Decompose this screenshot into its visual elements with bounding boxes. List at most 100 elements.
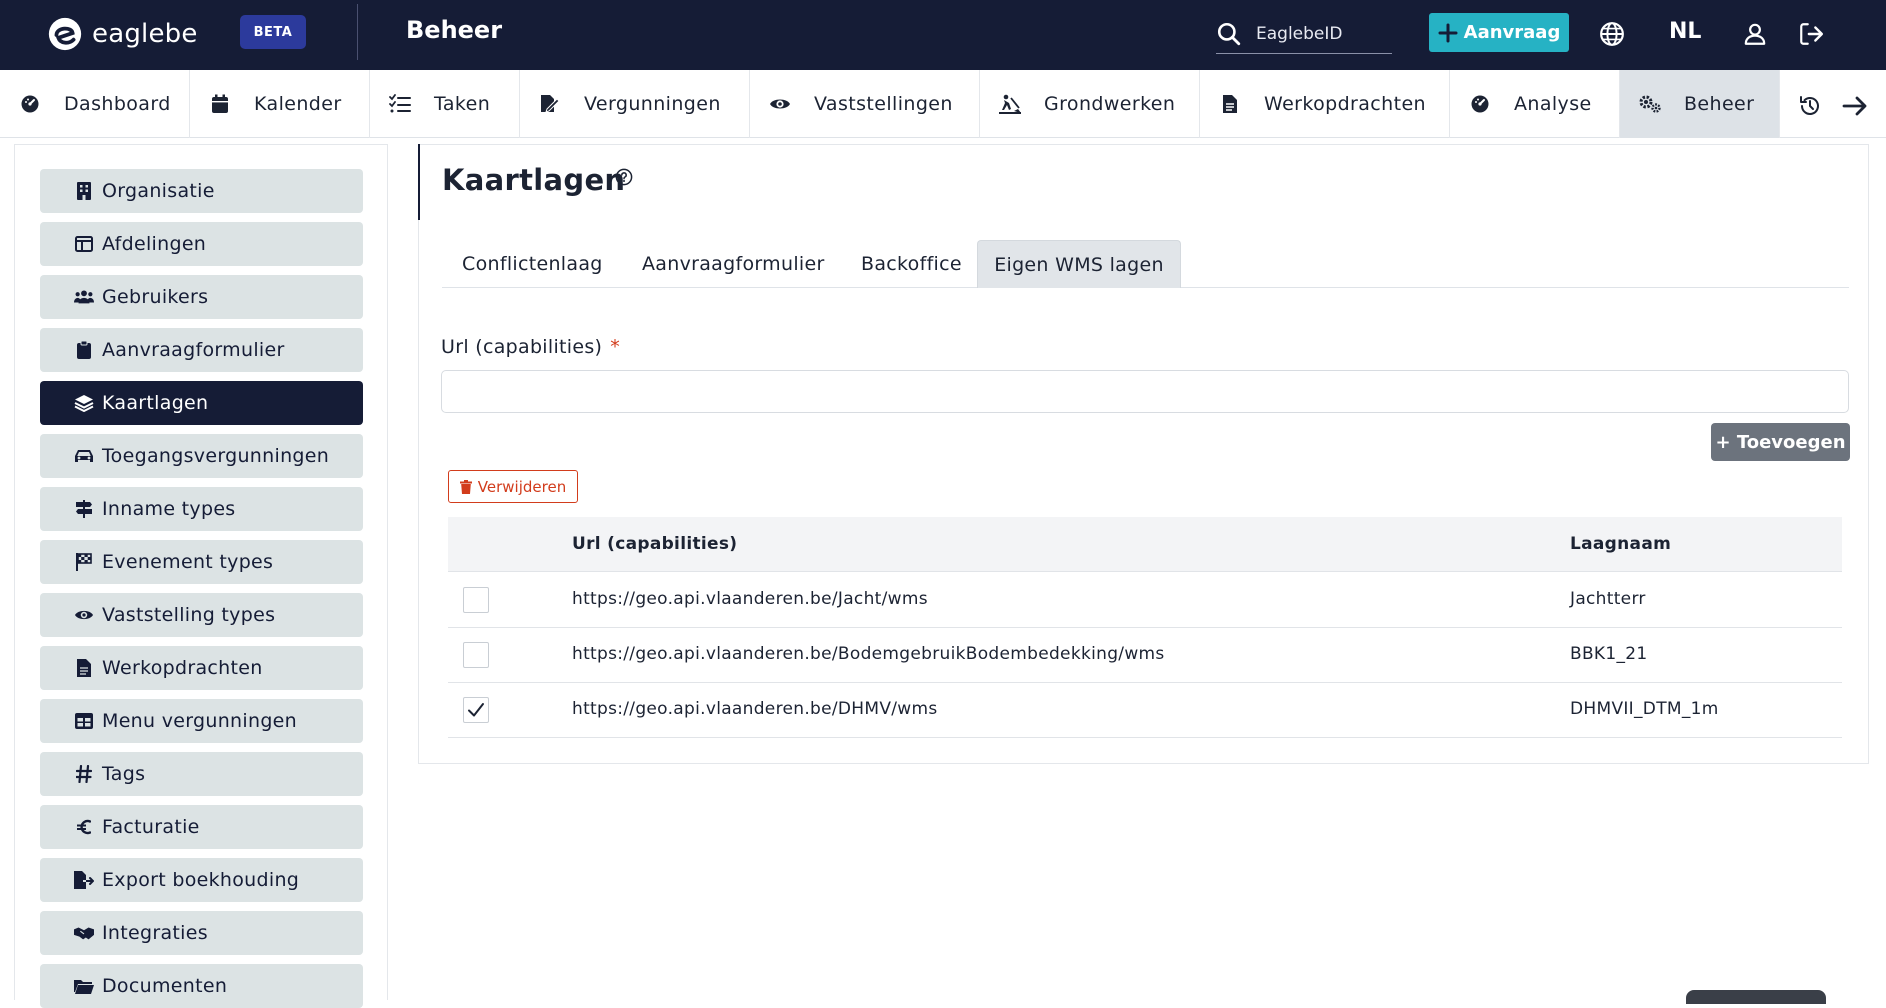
nav-item-analyse[interactable]: Analyse — [1450, 70, 1620, 138]
sidebar-label: Toegangsvergunningen — [102, 445, 330, 467]
nav-item-vergunningen[interactable]: Vergunningen — [520, 70, 750, 138]
required-mark: * — [610, 336, 621, 358]
page-title: Kaartlagen — [442, 163, 626, 197]
sidebar-label: Werkopdrachten — [102, 657, 263, 679]
search-box — [1216, 14, 1392, 54]
url-label-text: Url (capabilities) — [441, 336, 603, 358]
sidebar-item-tags[interactable]: Tags — [40, 752, 363, 796]
eye-icon — [768, 92, 792, 116]
sidebar-item-export-boekhouding[interactable]: Export boekhouding — [40, 858, 363, 902]
checkmark-icon — [468, 703, 484, 717]
sidebar-item-menu-vergunningen[interactable]: Menu vergunningen — [40, 699, 363, 743]
sidebar-item-toegangsvergunningen[interactable]: Toegangsvergunningen — [40, 434, 363, 478]
car-icon — [74, 446, 94, 466]
sidebar-label: Vaststelling types — [102, 604, 276, 626]
help-icon[interactable] — [615, 168, 633, 190]
new-request-button[interactable]: Aanvraag — [1429, 13, 1569, 52]
row-checkbox[interactable] — [463, 642, 489, 668]
globe-icon[interactable] — [1598, 20, 1626, 48]
row-url: https://geo.api.vlaanderen.be/Bodemgebru… — [572, 644, 1165, 664]
permit-icon — [538, 92, 562, 116]
row-layer-name: Jachtterr — [1570, 589, 1646, 609]
language-selector[interactable]: NL — [1669, 19, 1701, 44]
column-header-url[interactable]: Url (capabilities) — [572, 534, 737, 554]
logo-icon — [48, 17, 82, 51]
sidebar-label: Kaartlagen — [102, 392, 209, 414]
nav-label-dashboard: Dashboard — [64, 93, 171, 115]
file-export-icon — [74, 870, 94, 890]
sidebar: Organisatie Afdelingen Gebruikers Aanvra… — [14, 144, 388, 1008]
tasks-icon — [388, 92, 412, 116]
url-field-label: Url (capabilities) * — [441, 336, 620, 358]
tab-backoffice[interactable]: Backoffice — [861, 240, 962, 288]
flag-icon — [74, 552, 94, 572]
sidebar-label: Inname types — [102, 498, 236, 520]
sidebar-item-kaartlagen[interactable]: Kaartlagen — [40, 381, 363, 425]
sidebar-item-werkopdrachten[interactable]: Werkopdrachten — [40, 646, 363, 690]
sidebar-item-organisatie[interactable]: Organisatie — [40, 169, 363, 213]
sidebar-item-inname-types[interactable]: Inname types — [40, 487, 363, 531]
sidebar-item-evenement-types[interactable]: Evenement types — [40, 540, 363, 584]
nav-item-dashboard[interactable]: Dashboard — [0, 70, 190, 138]
nav-item-werkopdrachten[interactable]: Werkopdrachten — [1200, 70, 1450, 138]
add-button[interactable]: + Toevoegen — [1711, 423, 1850, 461]
sidebar-item-integraties[interactable]: Integraties — [40, 911, 363, 955]
table-row: https://geo.api.vlaanderen.be/DHMV/wms D… — [448, 683, 1842, 738]
table-row: https://geo.api.vlaanderen.be/Bodemgebru… — [448, 628, 1842, 683]
main-nav: Dashboard Kalender Taken Vergunningen Va… — [0, 70, 1886, 138]
clipboard-icon — [74, 340, 94, 360]
table-header: Url (capabilities) Laagnaam — [448, 517, 1842, 572]
sidebar-label: Tags — [102, 763, 146, 785]
folder-icon — [74, 976, 94, 996]
grid-icon — [74, 711, 94, 731]
tab-aanvraagformulier[interactable]: Aanvraagformulier — [642, 240, 825, 288]
nav-item-taken[interactable]: Taken — [370, 70, 520, 138]
sidebar-label: Afdelingen — [102, 233, 207, 255]
nav-item-beheer[interactable]: Beheer — [1620, 70, 1780, 138]
row-checkbox-checked[interactable] — [463, 697, 489, 723]
nav-label-beheer: Beheer — [1684, 93, 1755, 115]
nav-label-analyse: Analyse — [1514, 93, 1592, 115]
search-input[interactable] — [1256, 23, 1376, 44]
history-icon[interactable] — [1798, 94, 1822, 122]
logo[interactable]: eaglebe — [46, 15, 198, 53]
plus-icon — [1438, 23, 1458, 42]
sidebar-item-vaststelling-types[interactable]: Vaststelling types — [40, 593, 363, 637]
arrow-right-icon[interactable] — [1842, 94, 1868, 122]
sidebar-item-documenten[interactable]: Documenten — [40, 964, 363, 1008]
sidebar-label: Integraties — [102, 922, 208, 944]
logout-icon[interactable] — [1797, 20, 1825, 48]
tab-conflictenlaag[interactable]: Conflictenlaag — [462, 240, 603, 288]
nav-label-vergunningen: Vergunningen — [584, 93, 721, 115]
column-header-laagnaam[interactable]: Laagnaam — [1570, 534, 1671, 554]
signpost-icon — [74, 499, 94, 519]
logo-text: eaglebe — [92, 19, 198, 49]
floating-button-edge[interactable] — [1686, 990, 1826, 1004]
url-capabilities-input[interactable] — [441, 370, 1849, 413]
nav-label-werkopdrachten: Werkopdrachten — [1264, 93, 1426, 115]
users-icon — [74, 287, 94, 307]
row-checkbox[interactable] — [463, 587, 489, 613]
nav-item-kalender[interactable]: Kalender — [190, 70, 370, 138]
nav-item-grondwerken[interactable]: Grondwerken — [980, 70, 1200, 138]
sidebar-item-facturatie[interactable]: Facturatie — [40, 805, 363, 849]
tab-eigen-wms-lagen[interactable]: Eigen WMS lagen — [977, 240, 1181, 288]
row-url: https://geo.api.vlaanderen.be/Jacht/wms — [572, 589, 928, 609]
search-icon[interactable] — [1216, 21, 1242, 47]
sidebar-item-aanvraagformulier[interactable]: Aanvraagformulier — [40, 328, 363, 372]
sidebar-label: Evenement types — [102, 551, 274, 573]
header-divider — [357, 4, 358, 60]
top-bar: eaglebe BETA Beheer Aanvraag NL — [0, 0, 1886, 70]
delete-button[interactable]: Verwijderen — [448, 470, 578, 503]
nav-item-vaststellingen[interactable]: Vaststellingen — [750, 70, 980, 138]
trash-icon — [459, 479, 472, 494]
file-icon — [1218, 92, 1242, 116]
nav-label-grondwerken: Grondwerken — [1044, 93, 1176, 115]
sidebar-item-afdelingen[interactable]: Afdelingen — [40, 222, 363, 266]
table-icon — [74, 234, 94, 254]
nav-label-taken: Taken — [434, 93, 491, 115]
eye-icon — [74, 605, 94, 625]
dashboard-icon — [18, 92, 42, 116]
sidebar-item-gebruikers[interactable]: Gebruikers — [40, 275, 363, 319]
user-icon[interactable] — [1741, 20, 1769, 48]
